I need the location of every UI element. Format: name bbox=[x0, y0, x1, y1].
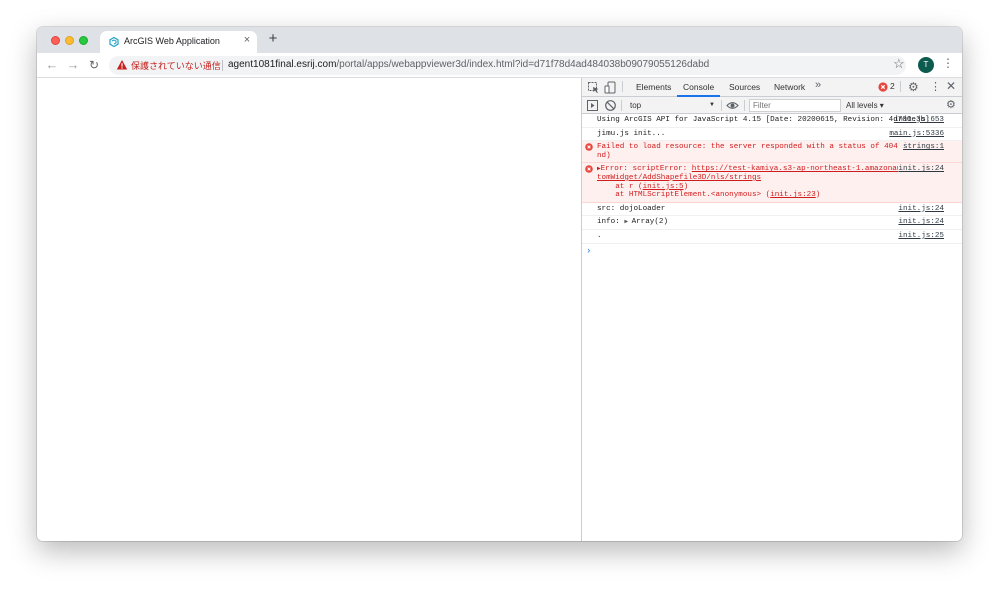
browser-menu-icon[interactable]: ⋮ bbox=[942, 56, 954, 70]
devtools-close-icon[interactable]: ✕ bbox=[946, 79, 956, 93]
clear-console-icon[interactable] bbox=[604, 99, 617, 112]
devtools-menu-icon[interactable]: ⋮ bbox=[930, 80, 941, 93]
toolbar-divider bbox=[744, 100, 745, 111]
new-tab-button[interactable]: + bbox=[266, 31, 280, 47]
bookmark-star-icon[interactable]: ☆ bbox=[893, 56, 905, 72]
message-text: . bbox=[597, 231, 602, 240]
profile-avatar[interactable]: T bbox=[918, 57, 934, 73]
message-source-link[interactable]: strings:1 bbox=[902, 143, 944, 152]
url-path: /portal/apps/webappviewer3d/index.html?i… bbox=[336, 59, 710, 70]
tab-elements[interactable]: Elements bbox=[630, 78, 677, 97]
console-prompt[interactable]: › bbox=[582, 244, 962, 256]
error-icon bbox=[585, 165, 593, 174]
error-prefix: Error: scriptError: bbox=[600, 165, 692, 174]
tab-sources[interactable]: Sources bbox=[723, 78, 766, 97]
console-output: Using ArcGIS API for JavaScript 4.15 [Da… bbox=[582, 114, 962, 256]
console-filter-bar: top ▼ Filter All levels ▾ ⚙ bbox=[582, 97, 962, 114]
error-icon bbox=[585, 143, 593, 151]
message-text: info: ▶ Array(2) bbox=[597, 218, 668, 226]
console-message: Using ArcGIS API for JavaScript 4.15 [Da… bbox=[582, 114, 962, 128]
zoom-window-button[interactable] bbox=[79, 36, 88, 45]
message-text: ▶Error: scriptError: https://test-kamiya… bbox=[597, 165, 942, 199]
console-error-message: Failed to load resource: the server resp… bbox=[582, 141, 962, 164]
live-expression-eye-icon[interactable] bbox=[726, 99, 739, 112]
devtools-panel: Elements Console Sources Network » 2 ⚙ ⋮… bbox=[581, 78, 962, 541]
console-message: . init.js:25 bbox=[582, 230, 962, 244]
tab-strip: ArcGIS Web Application × + bbox=[37, 27, 962, 53]
message-text: jimu.js init... bbox=[597, 129, 666, 138]
error-count-icon[interactable] bbox=[878, 82, 888, 92]
browser-toolbar: ← → ↻ 保護されていない通信 agent1081final.esrij.co… bbox=[37, 53, 962, 78]
devtools-tab-bar: Elements Console Sources Network » 2 ⚙ ⋮… bbox=[582, 78, 962, 97]
tab-console[interactable]: Console bbox=[677, 78, 721, 97]
arcgis-favicon-icon bbox=[109, 37, 119, 47]
message-source-link[interactable]: init.js:653 bbox=[894, 116, 944, 125]
stack-line-end: ) bbox=[815, 191, 821, 200]
toolbar-divider bbox=[900, 81, 901, 92]
array-preview[interactable]: Array(2) bbox=[632, 218, 668, 226]
inspect-element-icon[interactable] bbox=[587, 81, 600, 94]
browser-tab[interactable]: ArcGIS Web Application × bbox=[100, 31, 257, 53]
message-source-link[interactable]: init.js:24 bbox=[898, 165, 944, 174]
stack-line: at r ( bbox=[597, 182, 643, 191]
message-source-link[interactable]: init.js:25 bbox=[898, 232, 944, 241]
forward-arrow-icon[interactable]: → bbox=[65, 57, 81, 73]
back-arrow-icon[interactable]: ← bbox=[44, 57, 60, 73]
warning-triangle-icon[interactable] bbox=[116, 59, 128, 71]
console-message: src: dojoLoader init.js:24 bbox=[582, 203, 962, 217]
console-message[interactable]: info: ▶ Array(2) init.js:24 bbox=[582, 216, 962, 230]
console-settings-gear-icon[interactable]: ⚙ bbox=[946, 98, 956, 111]
stack-line-end: ) bbox=[683, 182, 689, 191]
more-tabs-icon[interactable]: » bbox=[815, 79, 821, 91]
tab-network[interactable]: Network bbox=[768, 78, 811, 97]
message-source-link[interactable]: init.js:24 bbox=[898, 205, 944, 214]
sidebar-toggle-icon[interactable] bbox=[586, 99, 599, 112]
error-count[interactable]: 2 bbox=[890, 81, 895, 91]
message-text: Failed to load resource: the server resp… bbox=[597, 143, 939, 160]
toolbar-divider bbox=[721, 100, 722, 111]
console-filter-input[interactable]: Filter bbox=[749, 99, 841, 112]
message-source-link[interactable]: init.js:24 bbox=[898, 218, 944, 227]
stack-source-link[interactable]: init.js:5 bbox=[643, 183, 684, 191]
message-text: Using ArcGIS API for JavaScript 4.15 [Da… bbox=[597, 116, 930, 124]
tab-title: ArcGIS Web Application bbox=[124, 36, 220, 46]
browser-window: ArcGIS Web Application × + ← → ↻ 保護されていな… bbox=[37, 27, 962, 541]
toolbar-divider bbox=[622, 81, 623, 92]
console-message: jimu.js init... main.js:5336 bbox=[582, 128, 962, 142]
stack-line: at HTMLScriptElement.<anonymous> ( bbox=[597, 191, 771, 200]
message-source-link[interactable]: main.js:5336 bbox=[889, 130, 944, 139]
tab-close-icon[interactable]: × bbox=[241, 34, 253, 46]
security-status-label[interactable]: 保護されていない通信 bbox=[131, 59, 221, 72]
address-bar[interactable]: 保護されていない通信 agent1081final.esrij.com/port… bbox=[109, 56, 906, 75]
settings-gear-icon[interactable]: ⚙ bbox=[908, 80, 919, 94]
console-error-message[interactable]: ▶Error: scriptError: https://test-kamiya… bbox=[582, 163, 962, 203]
url-host: agent1081final.esrij.com bbox=[228, 59, 337, 70]
expand-triangle-icon[interactable]: ▶ bbox=[624, 218, 631, 225]
minimize-window-button[interactable] bbox=[65, 36, 74, 45]
toolbar-divider bbox=[621, 100, 622, 111]
context-dropdown-icon[interactable]: ▼ bbox=[709, 99, 715, 112]
close-window-button[interactable] bbox=[51, 36, 60, 45]
context-select[interactable]: top bbox=[627, 99, 717, 112]
stack-source-link[interactable]: init.js:23 bbox=[770, 191, 816, 199]
reload-icon[interactable]: ↻ bbox=[86, 57, 102, 73]
address-separator bbox=[222, 60, 223, 71]
log-levels-dropdown[interactable]: All levels ▾ bbox=[846, 99, 884, 112]
message-label: info: bbox=[597, 218, 625, 227]
device-toolbar-icon[interactable] bbox=[604, 81, 617, 94]
message-text: src: dojoLoader bbox=[597, 204, 666, 213]
url-text[interactable]: agent1081final.esrij.com/portal/apps/web… bbox=[228, 59, 709, 70]
page-content bbox=[37, 78, 581, 541]
